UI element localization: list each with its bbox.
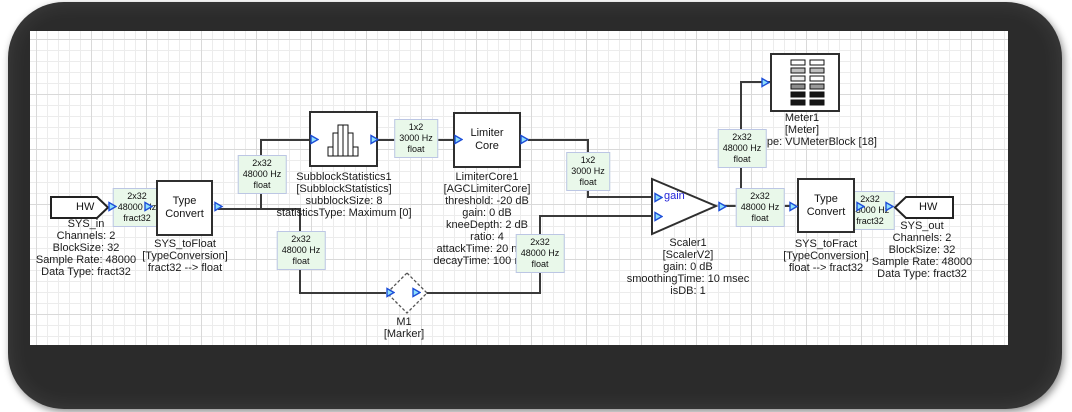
pin-scaler-audio-input[interactable] bbox=[654, 211, 663, 222]
pin-meter-input[interactable] bbox=[761, 77, 770, 88]
wire-marker-in[interactable] bbox=[299, 292, 386, 294]
pin-typeconvert1-output[interactable] bbox=[214, 201, 223, 212]
pin-sysout-input[interactable] bbox=[885, 201, 894, 212]
diagram-page: SYS_in Channels: 2 BlockSize: 32 Sample Rat… bbox=[0, 0, 1072, 412]
subblockstatistics-caption: SubblockStatistics1 [SubblockStatistics] s… bbox=[276, 171, 412, 219]
vu-meter-icon bbox=[790, 59, 825, 106]
window-frame: SYS_in Channels: 2 BlockSize: 32 Sample Rat… bbox=[8, 2, 1062, 409]
pin-stats-input[interactable] bbox=[310, 134, 319, 145]
pin-marker-output[interactable] bbox=[412, 287, 421, 298]
block-limiter-core[interactable]: Limiter Core bbox=[453, 112, 521, 168]
wire-label-scaler-to-convert[interactable]: 2x32 48000 Hz float bbox=[735, 188, 785, 227]
wire-label-limiter-to-scaler[interactable]: 1x2 3000 Hz float bbox=[566, 152, 610, 191]
pin-stats-output[interactable] bbox=[370, 134, 379, 145]
hw-in-label: HW bbox=[76, 201, 95, 213]
pin-typeconvert1-input[interactable] bbox=[144, 201, 153, 212]
wire-label-scaler-to-meter[interactable]: 2x32 48000 Hz float bbox=[717, 129, 767, 168]
type-convert2-body-label: Type Convert bbox=[806, 192, 846, 218]
wire-label-stats-to-limiter[interactable]: 1x2 3000 Hz float bbox=[394, 119, 438, 158]
block-sys-to-fract[interactable]: Type Convert bbox=[797, 178, 855, 233]
wire-label-marker-to-scaler[interactable]: 2x32 48000 Hz float bbox=[515, 234, 565, 273]
scaler-gain-pin-label: gain bbox=[664, 190, 685, 202]
block-subblock-statistics[interactable] bbox=[309, 111, 378, 167]
pin-limiter-output[interactable] bbox=[520, 134, 529, 145]
scaler-triangle-icon bbox=[651, 177, 719, 236]
systofract-caption: SYS_toFract [TypeConversion] float --> fra… bbox=[783, 238, 869, 274]
block-scaler[interactable]: gain bbox=[650, 177, 720, 236]
systofloat-caption: SYS_toFloat [TypeConversion] fract32 --> f… bbox=[142, 238, 228, 274]
pin-typeconvert2-input[interactable] bbox=[789, 201, 798, 212]
block-sys-to-float[interactable]: Type Convert bbox=[156, 180, 213, 236]
wire-label-convert-to-stats[interactable]: 2x32 48000 Hz float bbox=[237, 155, 287, 194]
hw-out-label: HW bbox=[919, 201, 938, 213]
pin-scaler-output[interactable] bbox=[718, 201, 727, 212]
pin-sysin-output[interactable] bbox=[108, 201, 117, 212]
wire-to-scaler-audio-in[interactable] bbox=[539, 215, 652, 217]
block-sys-out[interactable]: HW bbox=[893, 196, 955, 219]
pin-typeconvert2-output[interactable] bbox=[856, 201, 865, 212]
histogram-icon bbox=[327, 124, 358, 157]
wire-marker-out[interactable] bbox=[423, 292, 541, 294]
pin-scaler-gain-input[interactable] bbox=[654, 192, 663, 203]
schematic-canvas[interactable]: SYS_in Channels: 2 BlockSize: 32 Sample Rat… bbox=[30, 31, 1008, 345]
wire-to-scaler-gain-in[interactable] bbox=[587, 196, 652, 198]
sysin-caption: SYS_in Channels: 2 BlockSize: 32 Sample Rat… bbox=[35, 218, 137, 278]
block-sys-in[interactable]: HW bbox=[50, 196, 110, 219]
marker-caption: M1 [Marker] bbox=[383, 316, 425, 340]
limiter-core-body-label: Limiter Core bbox=[470, 127, 504, 152]
pin-limiter-input[interactable] bbox=[454, 134, 463, 145]
pin-marker-input[interactable] bbox=[386, 287, 395, 298]
wire-stats-in[interactable] bbox=[260, 139, 309, 141]
scaler-caption: Scaler1 [ScalerV2] gain: 0 dB smoothingTime… bbox=[626, 237, 750, 297]
wire-label-convert-to-marker[interactable]: 2x32 48000 Hz float bbox=[276, 231, 326, 270]
block-meter[interactable] bbox=[770, 53, 840, 112]
wire-limiter-out[interactable] bbox=[528, 139, 589, 141]
type-convert-body-label: Type Convert bbox=[165, 195, 204, 220]
wire-label-in-to-convert[interactable]: 2x32 48000 Hz fract32 bbox=[112, 188, 162, 227]
